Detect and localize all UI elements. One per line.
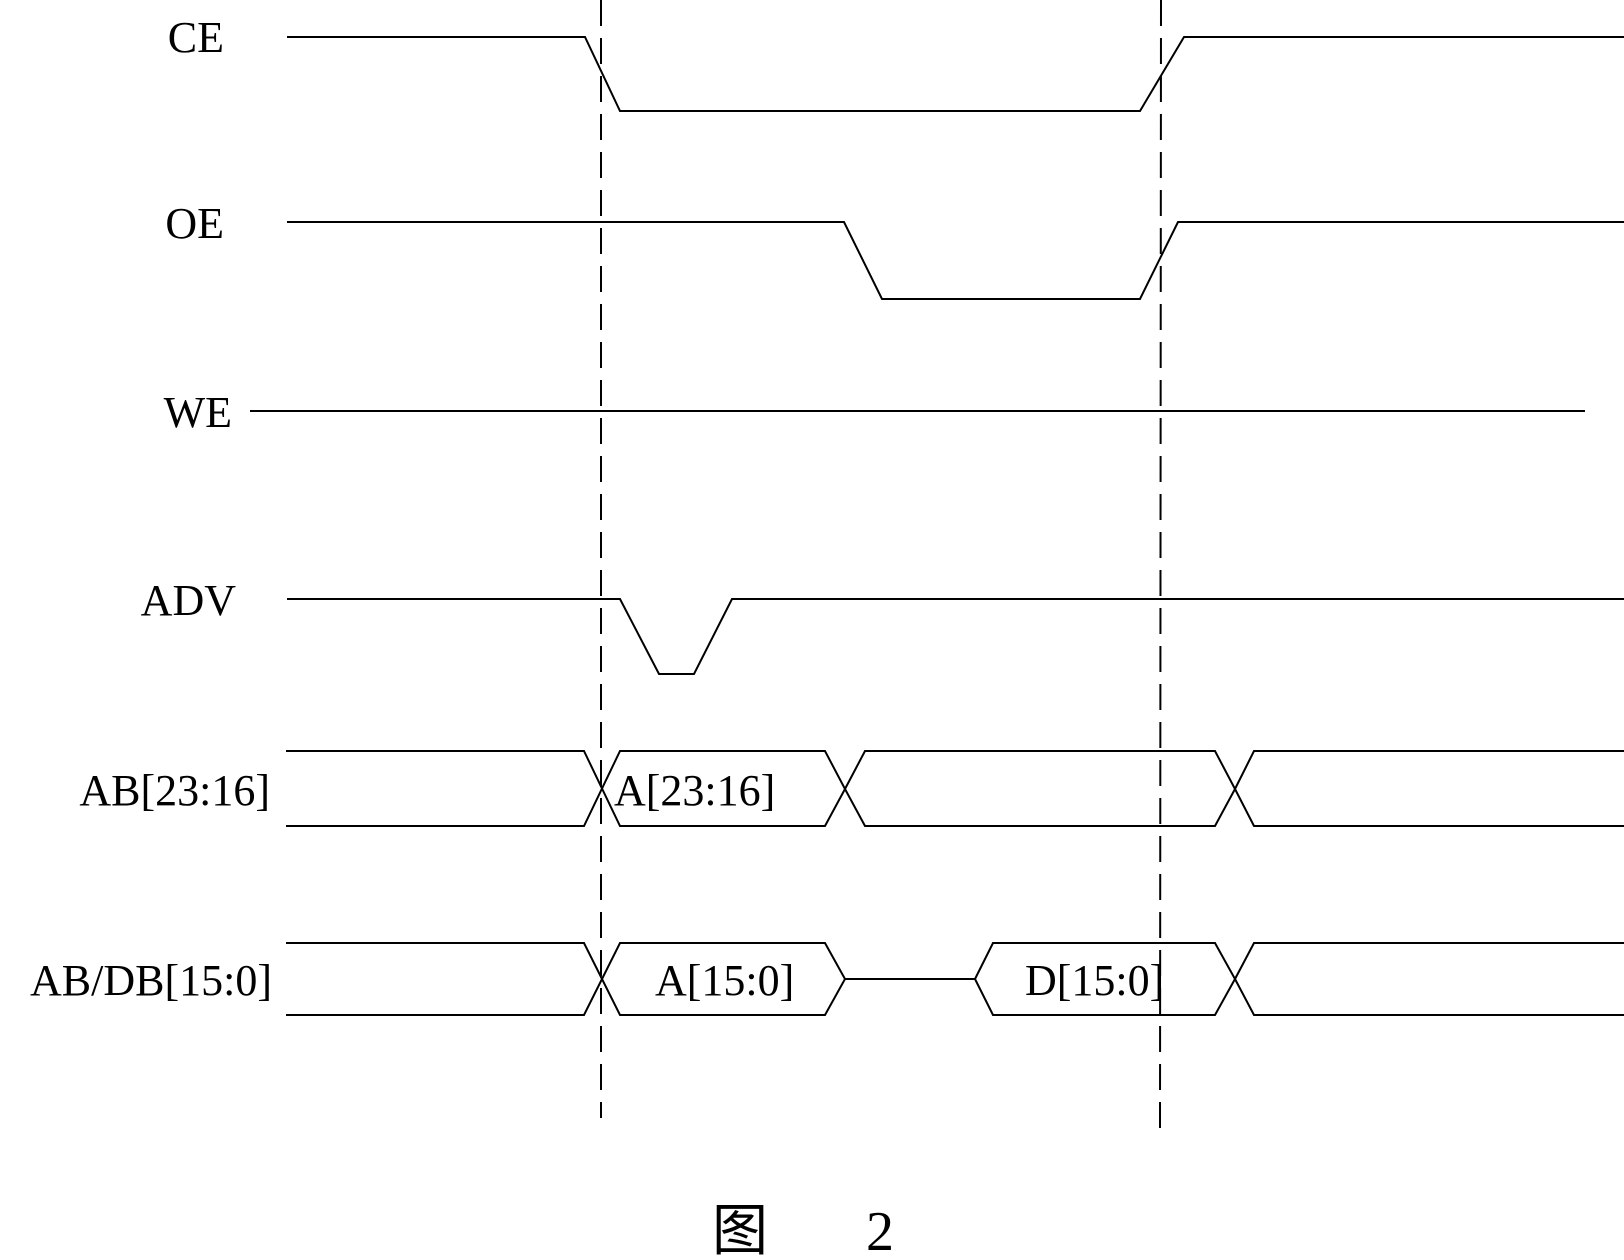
label-ab-db-15-0: AB/DB[15:0] bbox=[30, 956, 272, 1005]
label-we: WE bbox=[164, 388, 232, 437]
waveform-ab-23-16 bbox=[286, 750, 1624, 827]
figure-caption-number: 2 bbox=[866, 1201, 894, 1260]
label-ab-23-16: AB[23:16] bbox=[79, 766, 270, 815]
timing-marker-2 bbox=[1159, 0, 1162, 1129]
label-oe: OE bbox=[165, 199, 224, 248]
segment-a-23-16: A[23:16] bbox=[614, 766, 775, 815]
waveform-ab-db-15-0 bbox=[286, 942, 1624, 1016]
label-adv: ADV bbox=[141, 576, 237, 625]
segment-a-15-0: A[15:0] bbox=[655, 956, 794, 1005]
label-ce: CE bbox=[168, 13, 224, 62]
segment-d-15-0: D[15:0] bbox=[1025, 956, 1164, 1005]
timing-diagram: CE OE WE ADV AB[23:16] AB/DB[15:0] A[23:… bbox=[30, 0, 1624, 1260]
waveform-ce bbox=[287, 36, 1624, 112]
figure-caption-char: 图 bbox=[712, 1201, 768, 1260]
waveform-adv bbox=[287, 598, 1624, 675]
waveform-oe bbox=[287, 221, 1624, 300]
